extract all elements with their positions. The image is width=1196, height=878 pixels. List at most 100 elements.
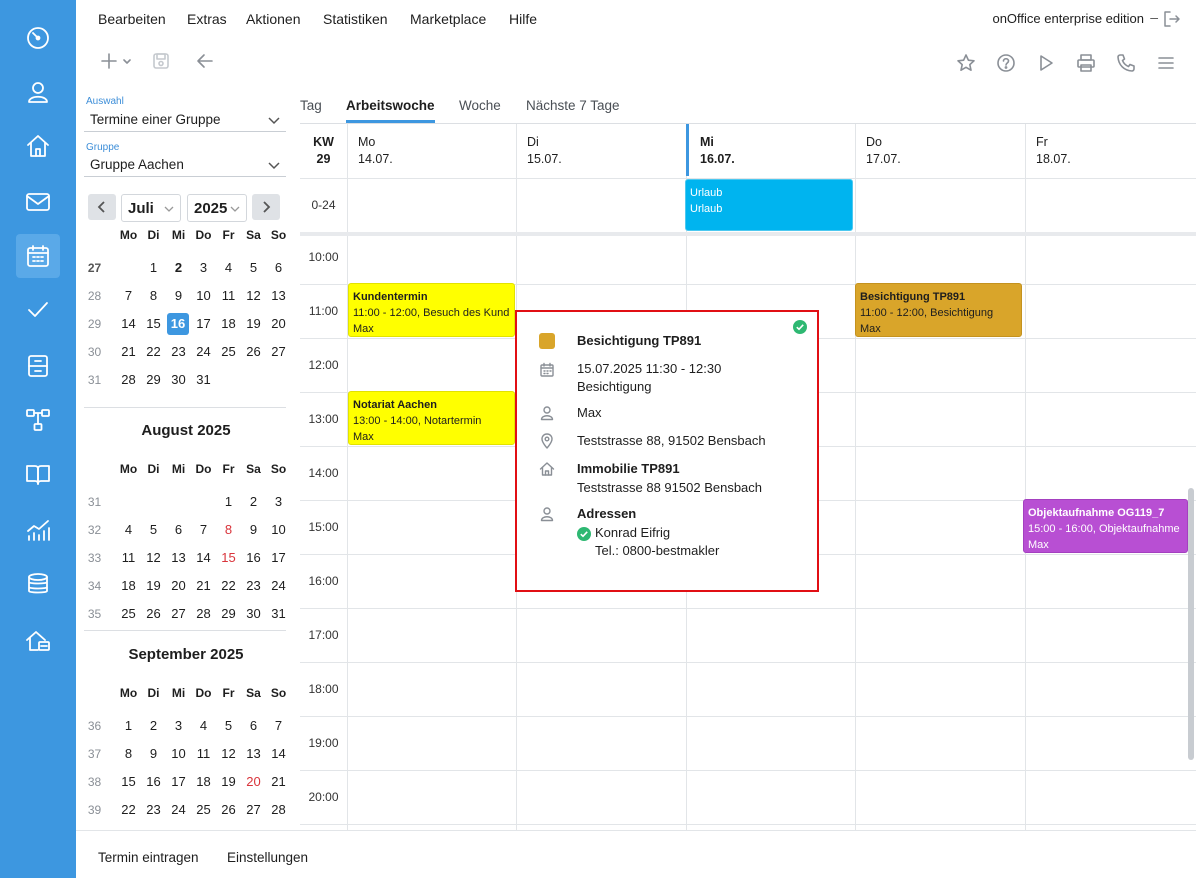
add-appointment-button[interactable]: Termin eintragen — [98, 850, 199, 865]
calendar-day[interactable]: 29 — [141, 372, 166, 387]
calendar-day[interactable]: 9 — [241, 522, 266, 537]
chevron-down-icon[interactable] — [268, 162, 280, 170]
calendar-day[interactable]: 19 — [241, 316, 266, 331]
calendar-day[interactable]: 4 — [116, 522, 141, 537]
add-icon[interactable] — [96, 48, 136, 74]
calendar-day[interactable]: 13 — [166, 550, 191, 565]
chevron-down-icon[interactable] — [268, 117, 280, 125]
calendar-day[interactable]: 19 — [141, 578, 166, 593]
calendar-week-number[interactable]: 35 — [82, 607, 107, 621]
property-icon[interactable] — [16, 618, 60, 662]
calendar-day[interactable]: 12 — [216, 746, 241, 761]
menu-extras[interactable]: Extras — [187, 11, 227, 27]
calendar-day[interactable]: 17 — [166, 774, 191, 789]
day-header-mi[interactable]: Mi 16.07. — [700, 134, 735, 168]
calendar-week-number[interactable]: 31 — [82, 373, 107, 387]
calendar-day[interactable]: 31 — [266, 606, 291, 621]
calendar-day[interactable]: 12 — [241, 288, 266, 303]
calendar-day[interactable]: 19 — [216, 774, 241, 789]
calendar-day[interactable]: 14 — [266, 746, 291, 761]
calendar-day[interactable]: 16 — [241, 550, 266, 565]
gruppe-select[interactable]: Gruppe Aachen — [90, 157, 184, 172]
calendar-day[interactable]: 26 — [241, 344, 266, 359]
calendar-day[interactable]: 31 — [191, 372, 216, 387]
calendar-day[interactable]: 22 — [141, 344, 166, 359]
menu-aktionen[interactable]: Aktionen — [246, 11, 300, 27]
tab-tag[interactable]: Tag — [300, 98, 322, 113]
calendar-day[interactable]: 6 — [166, 522, 191, 537]
calendar-day[interactable]: 25 — [116, 606, 141, 621]
calendar-day[interactable]: 3 — [191, 260, 216, 275]
calendar-day[interactable]: 1 — [116, 718, 141, 733]
settings-button[interactable]: Einstellungen — [227, 850, 308, 865]
calendar-day[interactable]: 13 — [241, 746, 266, 761]
calendar-day[interactable]: 7 — [116, 288, 141, 303]
calendar-day[interactable]: 27 — [166, 606, 191, 621]
calendar-day[interactable]: 20 — [241, 774, 266, 789]
grid-scrollbar[interactable] — [1188, 488, 1194, 760]
prev-month-button[interactable] — [88, 194, 116, 220]
calendar-day[interactable]: 17 — [191, 316, 216, 331]
play-icon[interactable] — [1033, 50, 1059, 76]
calendar-day[interactable]: 11 — [191, 746, 216, 761]
month-select[interactable]: Juli — [121, 194, 181, 222]
calendar-day[interactable]: 5 — [216, 718, 241, 733]
calendar-week-number[interactable]: 39 — [82, 803, 107, 817]
menu-bearbeiten[interactable]: Bearbeiten — [98, 11, 166, 27]
day-header-fr[interactable]: Fr 18.07. — [1036, 134, 1071, 168]
calendar-day[interactable]: 15 — [216, 550, 241, 565]
calendar-day[interactable]: 16 — [141, 774, 166, 789]
menu-statistiken[interactable]: Statistiken — [323, 11, 388, 27]
check-icon[interactable] — [16, 288, 60, 332]
phone-icon[interactable] — [1113, 50, 1139, 76]
calendar-week-number[interactable]: 32 — [82, 523, 107, 537]
save-icon[interactable] — [148, 48, 174, 74]
calendar-day[interactable]: 9 — [141, 746, 166, 761]
calendar-day[interactable]: 7 — [191, 522, 216, 537]
day-header-do[interactable]: Do 17.07. — [866, 134, 901, 168]
calendar-day[interactable]: 23 — [141, 802, 166, 817]
calendar-day[interactable]: 4 — [191, 718, 216, 733]
home-icon[interactable] — [16, 124, 60, 168]
popup-property-title[interactable]: Immobilie TP891 — [577, 460, 680, 478]
calendar-week-number[interactable]: 29 — [82, 317, 107, 331]
mail-icon[interactable] — [16, 180, 60, 224]
file-cabinet-icon[interactable] — [16, 344, 60, 388]
calendar-day[interactable]: 8 — [116, 746, 141, 761]
tab-arbeitswoche[interactable]: Arbeitswoche — [346, 98, 435, 113]
calendar-day[interactable]: 7 — [266, 718, 291, 733]
calendar-day[interactable]: 14 — [191, 550, 216, 565]
minimize-button[interactable]: – — [1150, 9, 1158, 25]
calendar-week-number[interactable]: 31 — [82, 495, 107, 509]
calendar-day[interactable]: 2 — [166, 260, 191, 275]
calendar-week-number[interactable]: 33 — [82, 551, 107, 565]
calendar-day[interactable]: 25 — [191, 802, 216, 817]
calendar-day[interactable]: 8 — [216, 522, 241, 537]
event-kundentermin[interactable]: Kundentermin 11:00 - 12:00, Besuch des K… — [348, 283, 515, 337]
calendar-day[interactable]: 15 — [116, 774, 141, 789]
calendar-day[interactable]: 18 — [216, 316, 241, 331]
event-notariat[interactable]: Notariat Aachen 13:00 - 14:00, Notarterm… — [348, 391, 515, 445]
calendar-day[interactable]: 23 — [241, 578, 266, 593]
calendar-day[interactable]: 1 — [141, 260, 166, 275]
calendar-day[interactable]: 12 — [141, 550, 166, 565]
calendar-day[interactable]: 18 — [116, 578, 141, 593]
calendar-week-number[interactable]: 38 — [82, 775, 107, 789]
calendar-day[interactable]: 9 — [166, 288, 191, 303]
calendar-day[interactable]: 22 — [116, 802, 141, 817]
calendar-day[interactable]: 26 — [141, 606, 166, 621]
calendar-day[interactable]: 5 — [141, 522, 166, 537]
calendar-day[interactable]: 30 — [166, 372, 191, 387]
calendar-week-number[interactable]: 30 — [82, 345, 107, 359]
calendar-day[interactable]: 3 — [266, 494, 291, 509]
chart-icon[interactable] — [16, 508, 60, 552]
menu-hilfe[interactable]: Hilfe — [509, 11, 537, 27]
calendar-day[interactable]: 28 — [116, 372, 141, 387]
event-objektaufnahme[interactable]: Objektaufnahme OG119_7 15:00 - 16:00, Ob… — [1023, 499, 1188, 553]
calendar-day[interactable]: 10 — [266, 522, 291, 537]
menu-marketplace[interactable]: Marketplace — [410, 11, 486, 27]
calendar-day[interactable]: 15 — [141, 316, 166, 331]
user-icon[interactable] — [16, 70, 60, 114]
calendar-day[interactable]: 29 — [216, 606, 241, 621]
calendar-icon[interactable] — [16, 234, 60, 278]
